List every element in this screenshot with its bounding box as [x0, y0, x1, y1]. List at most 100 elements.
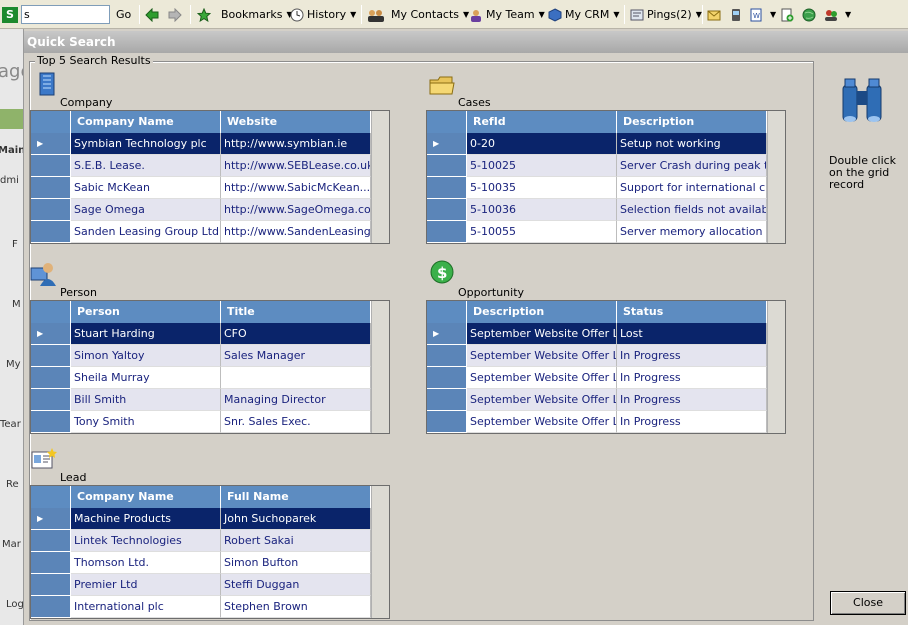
grid-scrollbar[interactable]	[767, 301, 785, 433]
column-header[interactable]: Company Name	[71, 111, 221, 133]
table-row[interactable]: ▶ Symbian Technology plc http://www.symbia…	[31, 133, 371, 155]
grid-header: Company Name Website	[31, 111, 371, 133]
hint-text: Double click on the grid record	[829, 154, 897, 191]
close-button[interactable]: Close	[830, 591, 906, 615]
grid-scrollbar[interactable]	[767, 111, 785, 243]
column-header[interactable]: Status	[617, 301, 767, 323]
binoculars-icon	[842, 78, 882, 122]
person-grid[interactable]: Person Title ▶ Stuart Harding CFO Simon Ya…	[30, 300, 390, 434]
results-group-label: Top 5 Search Results	[35, 54, 153, 67]
back-button[interactable]	[145, 0, 162, 29]
table-row[interactable]: Sage Omega http://www.SageOmega.co...	[31, 199, 371, 221]
lead-label: Lead	[60, 471, 87, 484]
search-input[interactable]	[21, 5, 110, 24]
table-row[interactable]: Premier Ltd Steffi Duggan	[31, 574, 371, 596]
table-row[interactable]: 5-10025 Server Crash during peak tr...	[427, 155, 767, 177]
pings-menu[interactable]: Pings(2) ▼	[630, 0, 702, 29]
my-team-menu[interactable]: My Team ▼	[469, 0, 545, 29]
column-header[interactable]: Description	[467, 301, 617, 323]
sidebar-item-log[interactable]: Log	[6, 599, 23, 610]
table-row[interactable]: Sanden Leasing Group Ltd. http://www.Sand…	[31, 221, 371, 243]
grid-scrollbar[interactable]	[371, 111, 389, 243]
lead-grid[interactable]: Company Name Full Name ▶ Machine Products…	[30, 485, 390, 619]
table-row[interactable]: Thomson Ltd. Simon Bufton	[31, 552, 371, 574]
users-menu[interactable]: ▼	[824, 0, 851, 29]
toolbar-separator	[624, 5, 625, 24]
table-row[interactable]: September Website Offer L... In Progress	[427, 367, 767, 389]
my-contacts-menu[interactable]: My Contacts ▼	[367, 0, 469, 29]
company-building-icon	[39, 72, 55, 96]
table-row[interactable]: September Website Offer L... In Progress	[427, 411, 767, 433]
column-header[interactable]: Full Name	[221, 486, 371, 508]
table-row[interactable]: Simon Yaltoy Sales Manager	[31, 345, 371, 367]
chevron-down-icon: ▼	[845, 10, 852, 19]
chevron-down-icon: ▼	[695, 10, 702, 19]
table-row[interactable]: ▶ 0-20 Setup not working	[427, 133, 767, 155]
sidebar-item-mar[interactable]: Mar	[2, 539, 21, 550]
grid-scrollbar[interactable]	[371, 301, 389, 433]
company-grid[interactable]: Company Name Website ▶ Symbian Technology…	[30, 110, 390, 244]
row-pointer-icon: ▶	[31, 133, 71, 155]
column-header[interactable]: Person	[71, 301, 221, 323]
cases-grid[interactable]: RefId Description ▶ 0-20 Setup not working…	[426, 110, 786, 244]
person-label: Person	[60, 286, 97, 299]
forward-button[interactable]	[168, 0, 185, 29]
forward-arrow-icon	[168, 7, 182, 22]
clock-icon	[290, 8, 304, 21]
column-header[interactable]: Description	[617, 111, 767, 133]
my-crm-menu[interactable]: My CRM ▼	[548, 0, 619, 29]
table-row[interactable]: 5-10055Server memory allocation error	[427, 221, 767, 243]
add-page-button[interactable]	[780, 0, 797, 29]
sidebar-item-my[interactable]: My	[6, 359, 21, 370]
sidebar-item-re[interactable]: Re	[6, 479, 19, 490]
sidebar-item-team[interactable]: Tear	[0, 419, 21, 430]
sidebar-item-m[interactable]: M	[12, 299, 21, 310]
browser-toolbar: S Go Bookmarks▼ History▼ My Contacts▼ My…	[0, 0, 908, 29]
cases-label: Cases	[458, 96, 491, 109]
column-header[interactable]: Company Name	[71, 486, 221, 508]
column-header[interactable]: RefId	[467, 111, 617, 133]
opportunity-dollar-icon: $	[430, 260, 454, 284]
mail-button[interactable]	[707, 0, 724, 29]
toolbar-separator	[190, 5, 191, 24]
row-pointer-icon: ▶	[427, 323, 467, 345]
back-arrow-icon	[145, 7, 159, 22]
table-row[interactable]: September Website Offer L... In Progress	[427, 389, 767, 411]
envelope-icon	[707, 10, 721, 20]
svg-text:W: W	[753, 12, 760, 20]
table-row[interactable]: Bill Smith Managing Director	[31, 389, 371, 411]
svg-text:$: $	[437, 264, 447, 282]
grid-header: Company Name Full Name	[31, 486, 371, 508]
table-row[interactable]: Sheila Murray	[31, 367, 371, 389]
column-header[interactable]: Website	[221, 111, 371, 133]
phone-button[interactable]	[729, 0, 746, 29]
globe-button[interactable]	[802, 0, 819, 29]
sidebar-green-band	[0, 109, 23, 129]
sidebar-main[interactable]: Main	[0, 145, 23, 156]
table-row[interactable]: International plc Stephen Brown	[31, 596, 371, 618]
go-button[interactable]: Go	[116, 0, 131, 29]
bookmarks-menu[interactable]: Bookmarks ▼	[197, 0, 293, 29]
cube-icon	[548, 7, 562, 22]
table-row[interactable]: September Website Offer L... In Progress	[427, 345, 767, 367]
table-row[interactable]: ▶ Machine Products John Suchoparek	[31, 508, 371, 530]
table-row[interactable]: 5-10035Support for international cha...	[427, 177, 767, 199]
app-badge[interactable]: S	[2, 0, 18, 29]
opportunity-grid[interactable]: Description Status ▶ September Website Of…	[426, 300, 786, 434]
table-row[interactable]: 5-10036 Selection fields not available	[427, 199, 767, 221]
table-row[interactable]: ▶ Stuart Harding CFO	[31, 323, 371, 345]
table-row[interactable]: Tony Smith Snr. Sales Exec.	[31, 411, 371, 433]
column-header[interactable]: Title	[221, 301, 371, 323]
chevron-down-icon: ▼	[538, 10, 545, 19]
team-icon	[471, 9, 481, 22]
sidebar-item-f[interactable]: F	[12, 239, 18, 250]
grid-scrollbar[interactable]	[371, 486, 389, 618]
word-button[interactable]: W ▼	[749, 0, 776, 29]
toolbar-separator	[139, 5, 140, 24]
table-row[interactable]: S.E.B. Lease. http://www.SEBLease.co.uk	[31, 155, 371, 177]
table-row[interactable]: Sabic McKean http://www.SabicMcKean....	[31, 177, 371, 199]
table-row[interactable]: ▶ September Website Offer L... Lost	[427, 323, 767, 345]
history-menu[interactable]: History ▼	[290, 0, 356, 29]
table-row[interactable]: Lintek Technologies Robert Sakai	[31, 530, 371, 552]
sidebar-admin[interactable]: dmi	[0, 175, 19, 186]
